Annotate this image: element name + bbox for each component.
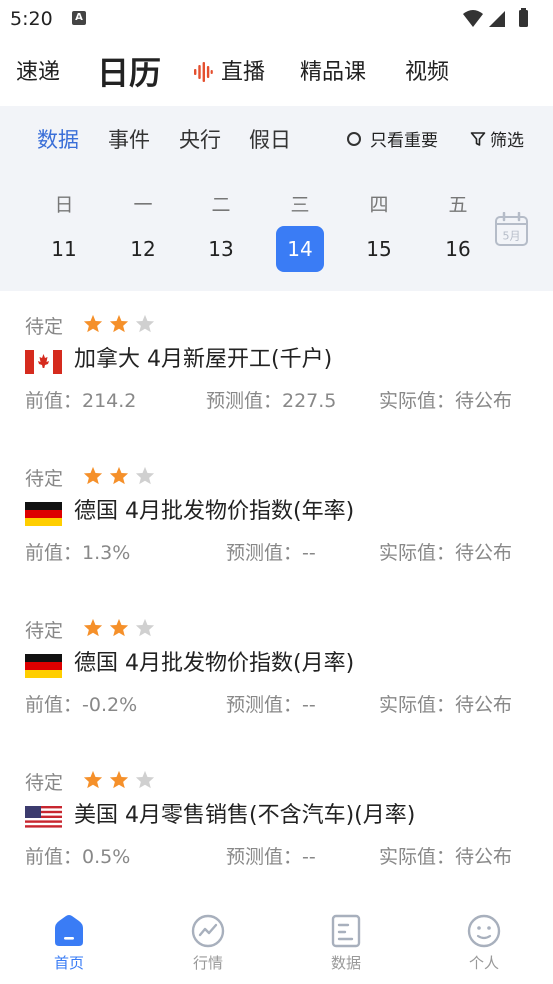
calendar-day[interactable]: 11 — [40, 226, 88, 272]
germany-flag-icon — [25, 502, 62, 526]
event-item[interactable]: 待定 德国 4月批发物价指数(年率) 前值：1.3% 预测值：-- 实际值：待公… — [0, 464, 553, 614]
notification-a-icon: A — [72, 11, 86, 25]
nav-tab-courses[interactable]: 精品课 — [300, 54, 366, 86]
event-title: 德国 4月批发物价指数(月率) — [74, 651, 355, 676]
weekday-label: 一 — [133, 194, 153, 216]
importance-stars — [83, 770, 155, 789]
star-filled-icon — [83, 466, 103, 485]
calendar-day-selected[interactable]: 14 — [276, 226, 324, 272]
event-previous: 前值：1.3% — [25, 542, 131, 564]
calendar-day[interactable]: 15 — [355, 226, 403, 272]
status-bar: 5:20 A — [0, 0, 553, 38]
star-filled-icon — [83, 314, 103, 333]
calendar-day[interactable]: 12 — [119, 226, 167, 272]
event-previous: 前值：214.2 — [25, 390, 137, 412]
event-status: 待定 — [25, 620, 64, 642]
bottom-tab-label: 数据 — [330, 954, 361, 972]
only-important-toggle[interactable]: 只看重要 — [347, 126, 438, 151]
weekday-label: 四 — [369, 194, 389, 216]
calendar-icon: 5月 — [495, 211, 528, 246]
calendar-day[interactable]: 16 — [434, 226, 482, 272]
sub-tab-events[interactable]: 事件 — [108, 124, 150, 154]
event-status: 待定 — [25, 468, 64, 490]
event-title: 美国 4月零售销售(不含汽车)(月率) — [74, 803, 416, 828]
event-status: 待定 — [25, 316, 64, 338]
usa-flag-icon — [25, 806, 62, 830]
event-item[interactable]: 待定 德国 4月批发物价指数(月率) 前值：-0.2% 预测值：-- 实际值：待… — [0, 616, 553, 766]
home-icon — [55, 915, 83, 946]
filter-label: 筛选 — [490, 131, 524, 151]
status-icons — [461, 8, 541, 34]
star-filled-icon — [109, 314, 129, 333]
market-icon — [191, 914, 225, 948]
star-filled-icon — [83, 770, 103, 789]
top-nav: 速递 日历 直播 精品课 视频 — [0, 38, 553, 106]
month-calendar-button[interactable]: 5月 — [494, 211, 530, 252]
nav-tab-express[interactable]: 速递 — [16, 54, 60, 86]
sub-tab-holidays[interactable]: 假日 — [249, 124, 291, 154]
star-empty-icon — [135, 466, 155, 485]
star-filled-icon — [109, 770, 129, 789]
event-actual: 实际值：待公布 — [379, 846, 513, 868]
weekday-label: 日 — [54, 194, 74, 216]
bottom-tab-profile[interactable]: 个人 — [444, 914, 524, 973]
star-empty-icon — [135, 618, 155, 637]
importance-stars — [83, 314, 155, 333]
bottom-nav: 首页 行情 数据 个人 — [0, 900, 553, 984]
weekday-label: 三 — [290, 194, 310, 216]
only-important-label: 只看重要 — [370, 131, 438, 151]
wifi-signal-battery-icon — [463, 8, 528, 27]
calendar-day[interactable]: 13 — [197, 226, 245, 272]
month-label: 5月 — [503, 230, 521, 243]
nav-tab-calendar[interactable]: 日历 — [97, 48, 161, 94]
data-icon — [331, 914, 361, 948]
event-actual: 实际值：待公布 — [379, 390, 513, 412]
star-empty-icon — [135, 770, 155, 789]
nav-tab-video[interactable]: 视频 — [405, 54, 449, 86]
event-forecast: 预测值：-- — [226, 694, 316, 716]
sub-tab-data[interactable]: 数据 — [37, 124, 79, 154]
filter-icon — [470, 131, 486, 146]
event-title: 加拿大 4月新屋开工(千户) — [74, 347, 333, 372]
star-empty-icon — [135, 314, 155, 333]
event-previous: 前值：0.5% — [25, 846, 131, 868]
event-forecast: 预测值：-- — [226, 846, 316, 868]
importance-stars — [83, 466, 155, 485]
weekday-label: 二 — [211, 194, 231, 216]
star-filled-icon — [109, 466, 129, 485]
sub-tab-central-bank[interactable]: 央行 — [179, 124, 221, 154]
star-filled-icon — [109, 618, 129, 637]
event-status: 待定 — [25, 772, 64, 794]
event-item[interactable]: 待定 加拿大 4月新屋开工(千户) 前值：214.2 预测值：227.5 实际值… — [0, 312, 553, 462]
radio-icon — [347, 131, 361, 146]
profile-icon — [467, 914, 501, 948]
bottom-tab-label: 个人 — [468, 954, 499, 972]
filter-button[interactable]: 筛选 — [470, 126, 524, 151]
event-previous: 前值：-0.2% — [25, 694, 138, 716]
live-audio-icon — [194, 62, 213, 82]
canada-flag-icon — [25, 350, 62, 374]
nav-tab-live[interactable]: 直播 — [221, 54, 265, 86]
bottom-tab-home[interactable]: 首页 — [29, 914, 109, 973]
importance-stars — [83, 618, 155, 637]
event-forecast: 预测值：227.5 — [206, 390, 337, 412]
weekday-label: 五 — [448, 194, 468, 216]
bottom-tab-label: 首页 — [53, 954, 84, 972]
germany-flag-icon — [25, 654, 62, 678]
star-filled-icon — [83, 618, 103, 637]
event-title: 德国 4月批发物价指数(年率) — [74, 499, 355, 524]
event-actual: 实际值：待公布 — [379, 694, 513, 716]
status-time: 5:20 — [10, 8, 53, 30]
bottom-tab-label: 行情 — [192, 954, 223, 972]
event-actual: 实际值：待公布 — [379, 542, 513, 564]
bottom-tab-market[interactable]: 行情 — [168, 914, 248, 973]
event-item[interactable]: 待定 美国 4月零售销售(不含汽车)(月率) 前值：0.5% 预测值：-- 实际… — [0, 768, 553, 918]
bottom-tab-data[interactable]: 数据 — [306, 914, 386, 973]
event-forecast: 预测值：-- — [226, 542, 316, 564]
